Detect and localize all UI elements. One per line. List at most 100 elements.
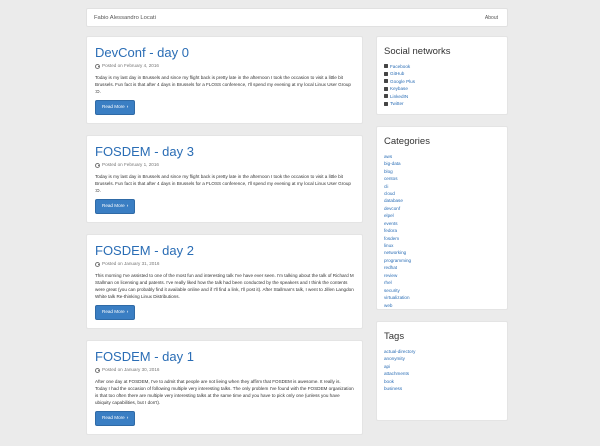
- social-link[interactable]: LinkedIN: [390, 93, 408, 100]
- category-item: programming: [384, 257, 500, 264]
- widget-title: Social networks: [384, 46, 451, 57]
- category-link[interactable]: aws: [384, 154, 392, 159]
- social-item: Keybase: [384, 85, 500, 92]
- read-more-button[interactable]: Read More ›: [95, 100, 136, 115]
- social-item: GitHub: [384, 70, 500, 77]
- post-title-link[interactable]: DevConf - day 0: [95, 45, 189, 60]
- social-link[interactable]: Keybase: [390, 85, 408, 92]
- clock-icon: [95, 163, 100, 169]
- post-list: DevConf - day 0 Posted on February 4, 20…: [86, 36, 363, 446]
- tag-link[interactable]: business: [384, 386, 402, 391]
- category-link[interactable]: fosdem: [384, 236, 399, 241]
- category-item: security: [384, 287, 500, 294]
- post-title-link[interactable]: FOSDEM - day 3: [95, 144, 194, 159]
- category-item: linux: [384, 242, 500, 249]
- read-more-button[interactable]: Read More ›: [95, 199, 136, 214]
- google-plus-icon: [384, 79, 388, 84]
- social-item: Twitter: [384, 100, 500, 107]
- category-link[interactable]: security: [384, 288, 400, 293]
- nav-about-link[interactable]: About: [485, 15, 498, 22]
- chevron-right-icon: ›: [126, 104, 129, 110]
- category-link[interactable]: database: [384, 198, 403, 203]
- social-item: Facebook: [384, 63, 500, 70]
- category-item: review: [384, 272, 500, 279]
- post-excerpt: Today is my last day in Brussels and sin…: [95, 173, 351, 194]
- category-link[interactable]: networking: [384, 250, 406, 255]
- clock-icon: [95, 368, 100, 374]
- post-card: DevConf - day 0 Posted on February 4, 20…: [86, 36, 363, 124]
- category-link[interactable]: fedora: [384, 228, 397, 233]
- post-excerpt: After one day at FOSDEM, I've to admit t…: [95, 378, 354, 406]
- category-link[interactable]: events: [384, 221, 398, 226]
- category-link[interactable]: big-data: [384, 161, 401, 166]
- category-link[interactable]: linux: [384, 243, 393, 248]
- categories-widget: Categories aws big-data blog centos cli cloud…: [376, 126, 508, 310]
- category-link[interactable]: redhat: [384, 265, 397, 270]
- category-item: fosdem: [384, 235, 500, 242]
- category-link[interactable]: web: [384, 303, 392, 308]
- post-title-link[interactable]: FOSDEM - day 1: [95, 349, 194, 364]
- post-date: Posted on January 30, 2016: [102, 367, 160, 373]
- tag-link[interactable]: anonymity: [384, 356, 405, 361]
- keybase-icon: [384, 86, 388, 91]
- category-item: elpel: [384, 212, 500, 219]
- post-card: FOSDEM - day 2 Posted on January 31, 201…: [86, 233, 363, 329]
- tag-link[interactable]: actual-directory: [384, 349, 415, 354]
- tag-link[interactable]: attachments: [384, 371, 409, 376]
- twitter-icon: [384, 101, 388, 106]
- facebook-icon: [384, 64, 388, 69]
- site-brand-link[interactable]: Fabio Alessandro Locati: [94, 14, 156, 22]
- tag-item: attachments: [384, 370, 500, 377]
- read-more-button[interactable]: Read More ›: [95, 305, 136, 320]
- tag-link[interactable]: api: [384, 364, 390, 369]
- category-link[interactable]: cli: [384, 184, 388, 189]
- category-link[interactable]: elpel: [384, 213, 394, 218]
- category-link[interactable]: devconf: [384, 206, 400, 211]
- linkedin-icon: [384, 94, 388, 99]
- post-meta: Posted on February 1, 2016: [95, 162, 354, 169]
- tag-item: api: [384, 363, 500, 370]
- social-item: Google Plus: [384, 78, 500, 85]
- category-link[interactable]: rhel: [384, 280, 392, 285]
- post-date: Posted on February 4, 2016: [102, 63, 159, 69]
- tag-item: book: [384, 378, 500, 385]
- category-item: rhel: [384, 279, 500, 286]
- post-meta: Posted on January 30, 2016: [95, 367, 354, 374]
- social-networks-widget: Social networks Facebook GitHub Google Plu…: [376, 36, 508, 115]
- chevron-right-icon: ›: [126, 309, 129, 315]
- post-meta: Posted on February 4, 2016: [95, 63, 354, 70]
- tags-widget: Tags actual-directory anonymity api attachm…: [376, 321, 508, 421]
- post-excerpt: Today is my last day in Brussels and sin…: [95, 74, 351, 95]
- social-link[interactable]: Facebook: [390, 63, 410, 70]
- clock-icon: [95, 64, 100, 70]
- category-item: blog: [384, 168, 500, 175]
- tag-link[interactable]: book: [384, 379, 394, 384]
- category-link[interactable]: programming: [384, 258, 411, 263]
- post-date: Posted on February 1, 2016: [102, 162, 159, 168]
- category-link[interactable]: centos: [384, 176, 398, 181]
- social-link[interactable]: Google Plus: [390, 78, 415, 85]
- category-link[interactable]: cloud: [384, 191, 395, 196]
- category-link[interactable]: blog: [384, 169, 393, 174]
- chevron-right-icon: ›: [126, 203, 129, 209]
- post-meta: Posted on January 31, 2016: [95, 261, 354, 268]
- post-card: FOSDEM - day 1 Posted on January 30, 201…: [86, 339, 363, 435]
- post-card: FOSDEM - day 3 Posted on February 1, 201…: [86, 134, 363, 223]
- category-item: events: [384, 220, 500, 227]
- category-link[interactable]: review: [384, 273, 397, 278]
- category-item: networking: [384, 249, 500, 256]
- category-item: database: [384, 197, 500, 204]
- clock-icon: [95, 262, 100, 267]
- post-title-link[interactable]: FOSDEM - day 2: [95, 243, 194, 258]
- category-link[interactable]: virtualization: [384, 295, 410, 300]
- tag-item: actual-directory: [384, 348, 500, 355]
- social-link[interactable]: GitHub: [390, 70, 404, 77]
- category-item: virtualization: [384, 294, 500, 301]
- social-link[interactable]: Twitter: [390, 100, 404, 107]
- widget-title: Categories: [384, 136, 430, 147]
- top-navbar: Fabio Alessandro Locati About: [86, 8, 508, 27]
- read-more-button[interactable]: Read More ›: [95, 411, 136, 426]
- post-excerpt: This morning I've assisted to one of the…: [95, 272, 354, 300]
- tag-item: business: [384, 385, 500, 392]
- category-item: fedora: [384, 227, 500, 234]
